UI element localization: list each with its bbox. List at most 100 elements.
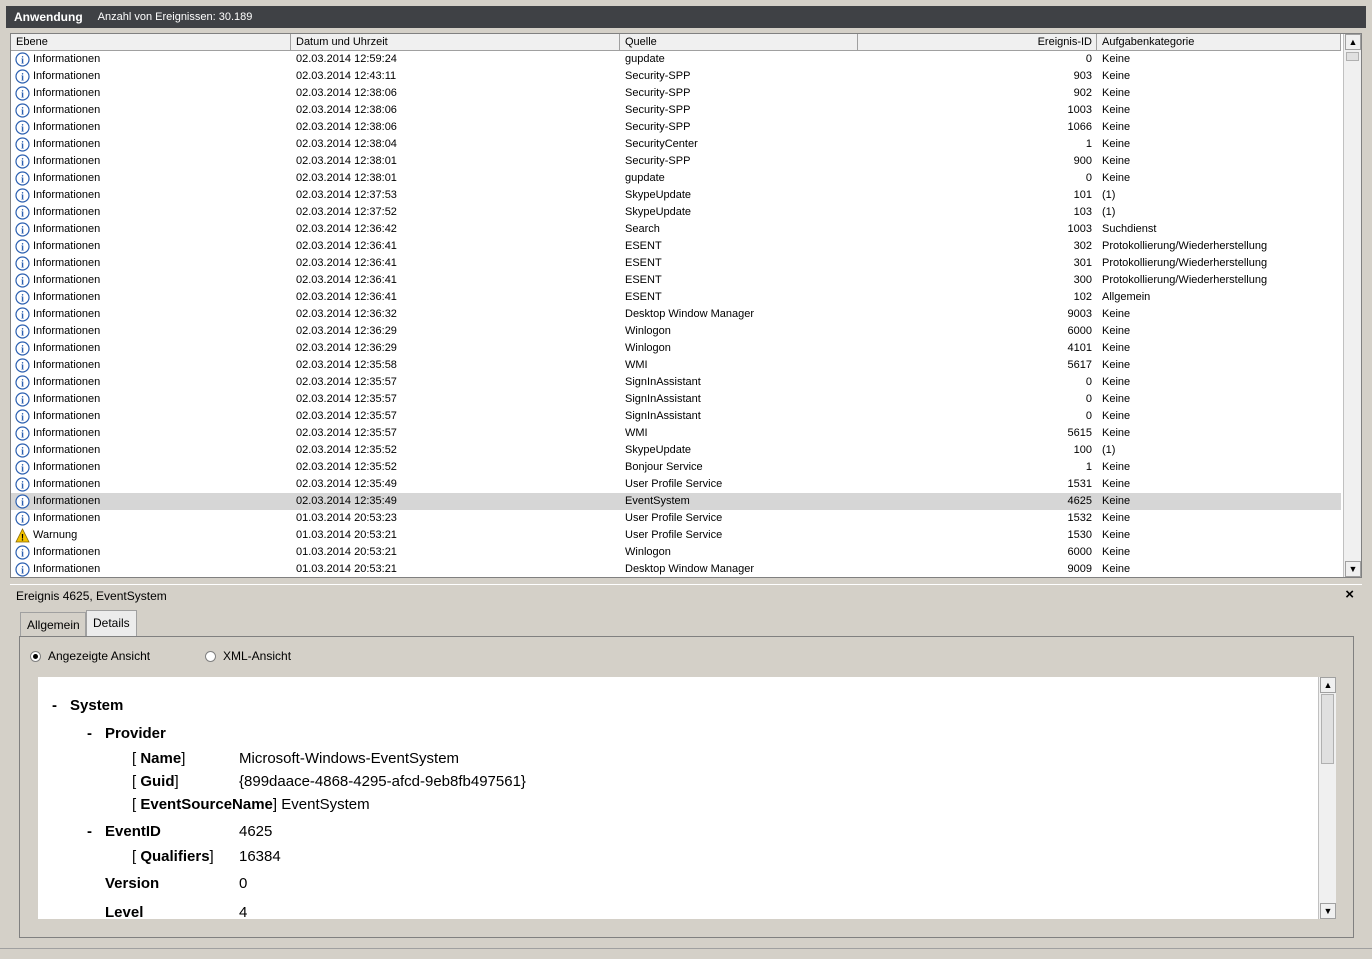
table-row[interactable]: i Informationen 02.03.2014 12:38:06 Securit…	[11, 102, 1341, 119]
tab-allgemein[interactable]: Allgemein	[20, 612, 86, 636]
svg-text:i: i	[21, 107, 24, 118]
radio-button[interactable]	[205, 650, 216, 662]
cell-level: i Informationen	[15, 51, 290, 68]
detail-scrollbar[interactable]: ▲ ▼	[1318, 677, 1336, 919]
column-header-task-category[interactable]: Aufgabenkategorie	[1097, 34, 1341, 50]
cell-event-id: 100	[1073, 444, 1092, 456]
table-row[interactable]: i Informationen 02.03.2014 12:38:06 Securit…	[11, 119, 1341, 136]
svg-text:i: i	[21, 413, 24, 424]
toggle-system[interactable]: -	[52, 697, 57, 714]
tab-details[interactable]: Details	[86, 610, 137, 636]
event-list[interactable]: Ebene Datum und Uhrzeit Quelle Ereignis-…	[10, 33, 1362, 578]
cell-event-id: 900	[1073, 155, 1092, 167]
cell-source: SkypeUpdate	[625, 444, 692, 456]
cell-level: i Informationen	[15, 425, 290, 442]
info-icon: i	[15, 341, 30, 356]
table-row[interactable]: ! Warnung 01.03.2014 20:53:21 User Profile …	[11, 527, 1341, 544]
cell-event-id: 5617	[1067, 359, 1092, 371]
table-row[interactable]: i Informationen 01.03.2014 20:53:23 User Pr…	[11, 510, 1341, 527]
node-level: Level	[105, 904, 144, 919]
table-row[interactable]: i Informationen 02.03.2014 12:38:04 Securit…	[11, 136, 1341, 153]
close-icon[interactable]: ×	[1345, 586, 1354, 603]
cell-date: 02.03.2014 12:36:42	[296, 223, 397, 235]
cell-level-text: Informationen	[33, 410, 101, 422]
info-icon: i	[15, 205, 30, 220]
table-row[interactable]: i Informationen 02.03.2014 12:35:52 SkypeUp…	[11, 442, 1341, 459]
cell-event-id: 1532	[1067, 512, 1092, 524]
cell-category: Keine	[1102, 461, 1131, 473]
table-row[interactable]: i Informationen 02.03.2014 12:35:52 Bonjour…	[11, 459, 1341, 476]
cell-level-text: Informationen	[33, 478, 101, 490]
svg-text:i: i	[21, 515, 24, 526]
table-row[interactable]: i Informationen 02.03.2014 12:38:01 gupdate…	[11, 170, 1341, 187]
table-row[interactable]: i Informationen 02.03.2014 12:37:52 SkypeUp…	[11, 204, 1341, 221]
cell-category: Protokollierung/Wiederherstellung	[1102, 257, 1268, 269]
table-row[interactable]: i Informationen 02.03.2014 12:36:29 Winlogo…	[11, 323, 1341, 340]
table-row[interactable]: i Informationen 02.03.2014 12:35:57 SignInA…	[11, 391, 1341, 408]
cell-source: SignInAssistant	[625, 376, 701, 388]
svg-text:i: i	[21, 73, 24, 84]
event-list-scrollbar[interactable]: ▲ ▼	[1343, 34, 1361, 577]
cell-level-text: Informationen	[33, 240, 101, 252]
radio-xml-view[interactable]: XML-Ansicht	[205, 649, 291, 663]
table-row[interactable]: i Informationen 02.03.2014 12:38:01 Securit…	[11, 153, 1341, 170]
table-row[interactable]: i Informationen 02.03.2014 12:59:24 gupdate…	[11, 51, 1341, 68]
cell-source: Security-SPP	[625, 70, 691, 82]
scroll-thumb[interactable]	[1346, 52, 1359, 61]
toggle-eventid[interactable]: -	[87, 823, 92, 840]
toggle-provider[interactable]: -	[87, 725, 92, 742]
table-row[interactable]: i Informationen 02.03.2014 12:36:41 ESENT 10…	[11, 289, 1341, 306]
radio-friendly-view[interactable]: Angezeigte Ansicht	[30, 649, 150, 663]
detail-scroll-up-button[interactable]: ▲	[1320, 677, 1336, 693]
table-row[interactable]: i Informationen 01.03.2014 20:53:21 Desktop…	[11, 561, 1341, 577]
table-row[interactable]: i Informationen 02.03.2014 12:36:29 Winlogo…	[11, 340, 1341, 357]
table-row[interactable]: i Informationen 02.03.2014 12:37:53 SkypeUp…	[11, 187, 1341, 204]
column-header-event-id[interactable]: Ereignis-ID	[858, 34, 1097, 50]
cell-level-text: Informationen	[33, 563, 101, 575]
cell-source: Search	[625, 223, 660, 235]
cell-source: ESENT	[625, 257, 662, 269]
info-icon: i	[15, 562, 30, 577]
table-row[interactable]: i Informationen 02.03.2014 12:35:57 SignInA…	[11, 408, 1341, 425]
scroll-up-button[interactable]: ▲	[1345, 34, 1361, 50]
column-header-date[interactable]: Datum und Uhrzeit	[291, 34, 620, 50]
cell-event-id: 301	[1073, 257, 1092, 269]
info-icon: i	[15, 307, 30, 322]
table-row[interactable]: i Informationen 02.03.2014 12:35:58 WMI 5617…	[11, 357, 1341, 374]
table-row[interactable]: i Informationen 02.03.2014 12:35:57 SignInA…	[11, 374, 1341, 391]
table-row[interactable]: i Informationen 02.03.2014 12:35:49 EventSy…	[11, 493, 1341, 510]
table-row[interactable]: i Informationen 01.03.2014 20:53:21 Winlogo…	[11, 544, 1341, 561]
event-rows: i Informationen 02.03.2014 12:59:24 gupdate…	[11, 51, 1341, 577]
cell-level-text: Informationen	[33, 512, 101, 524]
attr-name-key: Name	[140, 750, 182, 767]
cell-level: i Informationen	[15, 153, 290, 170]
cell-level-text: Informationen	[33, 444, 101, 456]
table-row[interactable]: i Informationen 02.03.2014 12:43:11 Securit…	[11, 68, 1341, 85]
cell-source: ESENT	[625, 291, 662, 303]
table-row[interactable]: i Informationen 02.03.2014 12:35:57 WMI 5615…	[11, 425, 1341, 442]
table-row[interactable]: i Informationen 02.03.2014 12:36:41 ESENT 30…	[11, 238, 1341, 255]
table-row[interactable]: i Informationen 02.03.2014 12:36:32 Desktop…	[11, 306, 1341, 323]
cell-category: Keine	[1102, 70, 1131, 82]
svg-text:i: i	[21, 260, 24, 271]
table-row[interactable]: i Informationen 02.03.2014 12:36:41 ESENT 30…	[11, 255, 1341, 272]
info-icon: i	[15, 477, 30, 492]
table-row[interactable]: i Informationen 02.03.2014 12:36:41 ESENT 30…	[11, 272, 1341, 289]
details-tab-panel: Angezeigte Ansicht XML-Ansicht - System …	[19, 636, 1354, 938]
scroll-down-button[interactable]: ▼	[1345, 561, 1361, 577]
table-row[interactable]: i Informationen 02.03.2014 12:36:42 Search 1…	[11, 221, 1341, 238]
cell-category: (1)	[1102, 444, 1116, 456]
cell-level: i Informationen	[15, 136, 290, 153]
cell-level-text: Informationen	[33, 87, 101, 99]
table-row[interactable]: i Informationen 02.03.2014 12:38:06 Securit…	[11, 85, 1341, 102]
column-header-source[interactable]: Quelle	[620, 34, 858, 50]
info-icon: i	[15, 86, 30, 101]
column-header-level[interactable]: Ebene	[11, 34, 291, 50]
info-icon: i	[15, 375, 30, 390]
detail-scroll-thumb[interactable]	[1321, 694, 1334, 764]
table-row[interactable]: i Informationen 02.03.2014 12:35:49 User Pr…	[11, 476, 1341, 493]
cell-source: SkypeUpdate	[625, 189, 692, 201]
cell-category: Keine	[1102, 546, 1131, 558]
radio-button-selected[interactable]	[30, 650, 41, 662]
detail-scroll-down-button[interactable]: ▼	[1320, 903, 1336, 919]
